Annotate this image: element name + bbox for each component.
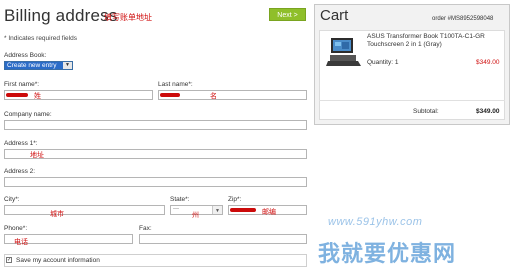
city-annotation: 城市	[50, 211, 64, 218]
address1-field[interactable]	[4, 149, 307, 159]
quantity-text: Quantity: 1	[367, 59, 399, 66]
phone-annotation: 电话	[14, 239, 28, 246]
zip-annotation: 邮编	[262, 209, 276, 216]
page-title: Billing address	[4, 6, 118, 25]
fax-field[interactable]	[139, 234, 307, 244]
save-account-checkbox[interactable]: ✓	[6, 257, 12, 263]
company-label: Company name:	[4, 111, 52, 118]
watermark-url: www.591yhw.com	[328, 216, 423, 228]
city-label: City*:	[4, 196, 20, 203]
item-price: $349.00	[476, 59, 500, 66]
watermark-text: 我就要优惠网	[318, 241, 457, 266]
last-name-field[interactable]	[158, 90, 307, 100]
title-annotation: 填写账单地址	[104, 13, 152, 22]
last-name-annotation: 名	[210, 93, 217, 100]
address1-label: Address 1*:	[4, 140, 38, 147]
address-book-value: Create new entry	[7, 62, 57, 69]
city-field[interactable]	[4, 205, 165, 215]
chevron-down-icon: ▼	[63, 62, 72, 69]
address2-label: Address 2:	[4, 168, 36, 175]
company-field[interactable]	[4, 120, 307, 130]
phone-label: Phone*:	[4, 225, 28, 232]
state-label: State*:	[170, 196, 190, 203]
address-book-select[interactable]: Create new entry ▼	[4, 61, 73, 70]
order-number: order #MS8952598048	[432, 16, 494, 22]
last-name-label: Last name*:	[158, 81, 193, 88]
redaction-mark	[6, 93, 28, 97]
next-button[interactable]: Next >	[269, 8, 306, 21]
fax-label: Fax:	[139, 225, 152, 232]
subtotal-value: $349.00	[476, 108, 500, 115]
first-name-annotation: 姓	[34, 93, 41, 100]
save-account-label: Save my account information	[16, 257, 100, 264]
state-annotation: 州	[192, 212, 199, 219]
state-value: —	[173, 206, 179, 212]
zip-label: Zip*:	[228, 196, 242, 203]
product-image	[326, 37, 362, 67]
subtotal-label: Subtotal:	[413, 108, 439, 115]
first-name-label: First name*:	[4, 81, 40, 88]
divider	[319, 100, 505, 101]
required-note: * Indicates required fields	[4, 35, 77, 42]
redaction-mark	[160, 93, 180, 97]
address2-field[interactable]	[4, 177, 307, 187]
address1-annotation: 地址	[30, 152, 44, 159]
redaction-mark	[230, 208, 256, 212]
chevron-down-icon: ▼	[212, 206, 222, 214]
product-name: ASUS Transformer Book T100TA-C1-GR Touch…	[367, 33, 485, 48]
address-book-label: Address Book:	[4, 52, 47, 59]
cart-title: Cart	[320, 7, 349, 24]
